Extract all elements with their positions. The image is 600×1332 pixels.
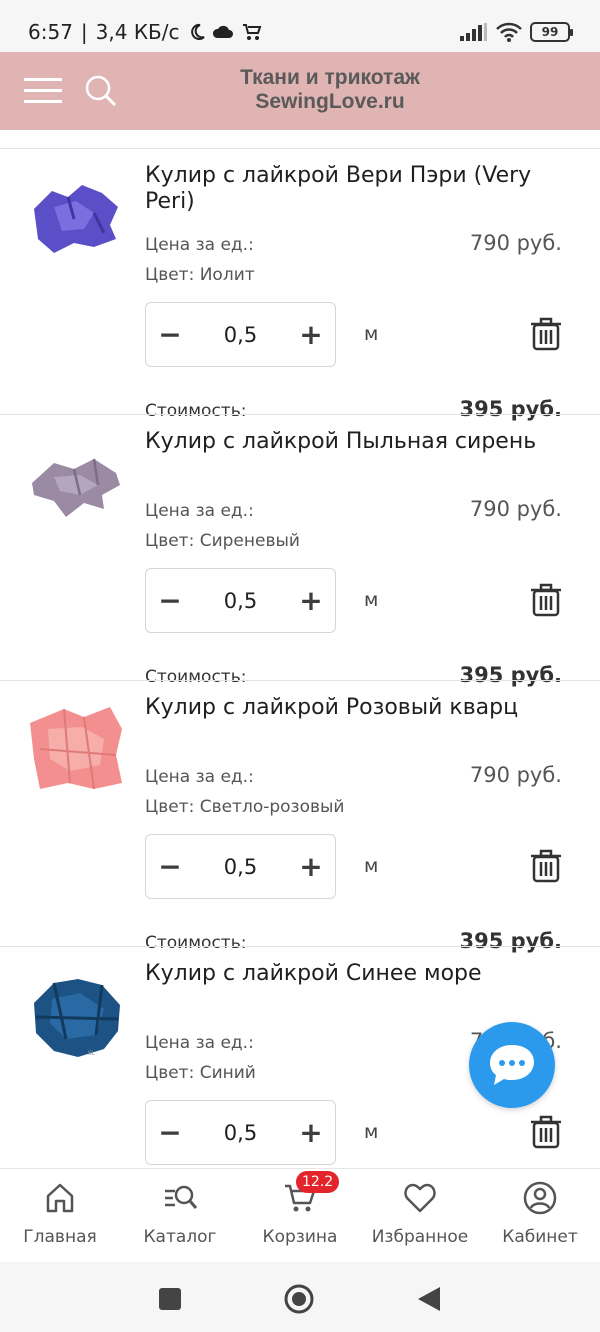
chat-bubble-icon <box>490 1045 534 1085</box>
status-speed: 3,4 КБ/с <box>95 20 180 44</box>
price-value: 790 руб. <box>469 231 562 255</box>
cart-badge: 12.2 <box>296 1171 340 1193</box>
status-bar: 6:57 | 3,4 КБ/с 99 <box>0 0 600 52</box>
back-triangle-icon <box>418 1287 440 1311</box>
item-title[interactable]: Кулир с лайкрой Пыльная сирень <box>145 429 565 455</box>
status-left: 6:57 | 3,4 КБ/с <box>28 20 262 44</box>
trash-icon <box>531 583 561 617</box>
color-label: Цвет: Светло-розовый <box>145 797 345 817</box>
app-header: Ткани и трикотаж SewingLove.ru <box>0 52 600 130</box>
delete-button[interactable] <box>530 1115 562 1149</box>
bottom-navigation: Главная Каталог 12.2 Корзина Избранное К… <box>0 1168 600 1262</box>
nav-home[interactable]: Главная <box>0 1169 120 1262</box>
brand-line-1: Ткани и трикотаж <box>240 66 420 89</box>
fabric-thumbnail[interactable] <box>24 433 128 533</box>
circle-icon <box>284 1284 314 1314</box>
unit-label: м <box>364 589 379 611</box>
trash-icon <box>531 1115 561 1149</box>
delete-button[interactable] <box>530 849 562 883</box>
quantity-value[interactable]: 0,5 <box>194 855 287 879</box>
user-icon <box>523 1181 557 1215</box>
status-time: 6:57 <box>28 20 73 44</box>
cart-item: Кулир с лайкрой Пыльная сирень Цена за е… <box>0 414 600 687</box>
stroller-icon <box>242 24 261 40</box>
battery-indicator: 99 <box>530 22 573 42</box>
color-label: Цвет: Сиреневый <box>145 531 300 551</box>
status-right: 99 <box>460 22 573 42</box>
item-title[interactable]: Кулир с лайкрой Розовый кварц <box>145 695 565 721</box>
nav-favorites[interactable]: Избранное <box>360 1169 480 1262</box>
brand-line-2: SewingLove.ru <box>255 90 405 113</box>
delete-button[interactable] <box>530 583 562 617</box>
decrease-button[interactable]: − <box>146 303 194 366</box>
price-value: 790 руб. <box>469 763 562 787</box>
price-value: 790 руб. <box>469 497 562 521</box>
quantity-stepper: − 0,5 + <box>145 834 336 899</box>
trash-icon <box>531 849 561 883</box>
price-label: Цена за ед.: <box>145 235 254 255</box>
price-label: Цена за ед.: <box>145 767 254 787</box>
svg-text:SL: SL <box>88 1050 96 1057</box>
nav-account-label: Кабинет <box>502 1227 578 1247</box>
unit-label: м <box>364 855 379 877</box>
item-title[interactable]: Кулир с лайкрой Синее море <box>145 961 565 987</box>
cart-item: Кулир с лайкрой Вери Пэри (Very Peri) Це… <box>0 148 600 421</box>
wifi-icon <box>496 22 522 42</box>
quantity-stepper: − 0,5 + <box>145 1100 336 1165</box>
heart-icon <box>404 1183 436 1213</box>
catalog-search-icon <box>165 1185 197 1209</box>
square-icon <box>159 1288 181 1310</box>
increase-button[interactable]: + <box>287 303 335 366</box>
nav-cart-label: Корзина <box>262 1227 338 1247</box>
nav-favorites-label: Избранное <box>371 1227 469 1247</box>
nav-catalog-label: Каталог <box>143 1227 217 1247</box>
status-separator: | <box>80 20 88 44</box>
increase-button[interactable]: + <box>287 569 335 632</box>
chat-button[interactable] <box>469 1022 555 1108</box>
quantity-value[interactable]: 0,5 <box>194 323 287 347</box>
color-label: Цвет: Иолит <box>145 265 255 285</box>
cart-item: Кулир с лайкрой Розовый кварц Цена за ед… <box>0 680 600 953</box>
status-icons <box>188 21 262 43</box>
home-system-button[interactable] <box>284 1284 314 1314</box>
color-label: Цвет: Синий <box>145 1063 256 1083</box>
unit-label: м <box>364 323 379 345</box>
back-button[interactable] <box>414 1284 444 1314</box>
home-icon <box>46 1183 74 1213</box>
trash-icon <box>531 317 561 351</box>
search-icon <box>85 75 117 107</box>
system-navigation-bar <box>0 1262 600 1332</box>
unit-label: м <box>364 1121 379 1143</box>
fabric-thumbnail[interactable] <box>24 699 128 799</box>
decrease-button[interactable]: − <box>146 835 194 898</box>
nav-account[interactable]: Кабинет <box>480 1169 600 1262</box>
search-button[interactable] <box>84 74 118 108</box>
moon-icon <box>190 23 205 40</box>
brand-logo[interactable]: Ткани и трикотаж SewingLove.ru <box>180 66 480 114</box>
quantity-stepper: − 0,5 + <box>145 302 336 367</box>
signal-icon <box>460 23 487 41</box>
hamburger-icon <box>24 78 62 103</box>
price-label: Цена за ед.: <box>145 1033 254 1053</box>
nav-catalog[interactable]: Каталог <box>120 1169 240 1262</box>
delete-button[interactable] <box>530 317 562 351</box>
quantity-value[interactable]: 0,5 <box>194 1121 287 1145</box>
nav-home-label: Главная <box>23 1227 97 1247</box>
price-label: Цена за ед.: <box>145 501 254 521</box>
nav-cart[interactable]: 12.2 Корзина <box>240 1169 360 1262</box>
increase-button[interactable]: + <box>287 835 335 898</box>
decrease-button[interactable]: − <box>146 1101 194 1164</box>
quantity-stepper: − 0,5 + <box>145 568 336 633</box>
fabric-thumbnail[interactable]: SL <box>24 965 128 1065</box>
increase-button[interactable]: + <box>287 1101 335 1164</box>
fabric-thumbnail[interactable] <box>24 167 128 267</box>
menu-button[interactable] <box>24 74 62 108</box>
item-title[interactable]: Кулир с лайкрой Вери Пэри (Very Peri) <box>145 163 565 215</box>
cloud-icon <box>212 25 233 38</box>
decrease-button[interactable]: − <box>146 569 194 632</box>
quantity-value[interactable]: 0,5 <box>194 589 287 613</box>
recents-button[interactable] <box>155 1284 185 1314</box>
